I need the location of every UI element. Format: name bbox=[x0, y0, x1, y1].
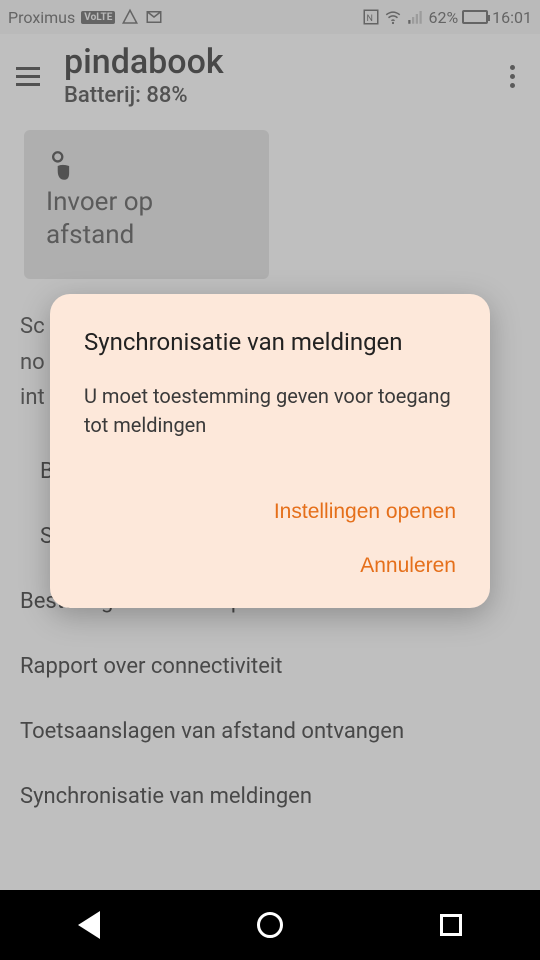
nav-home-button[interactable] bbox=[257, 912, 283, 938]
nav-back-button[interactable] bbox=[78, 911, 100, 939]
dialog-title: Synchronisatie van meldingen bbox=[84, 328, 456, 356]
back-icon bbox=[78, 911, 100, 939]
dialog-message: U moet toestemming geven voor toegang to… bbox=[84, 382, 456, 440]
recent-icon bbox=[440, 914, 462, 936]
home-icon bbox=[257, 912, 283, 938]
notification-sync-dialog: Synchronisatie van meldingen U moet toes… bbox=[50, 294, 490, 608]
cancel-button[interactable]: Annuleren bbox=[360, 554, 456, 578]
system-nav-bar bbox=[0, 890, 540, 960]
nav-recent-button[interactable] bbox=[440, 914, 462, 936]
dialog-actions: Instellingen openen Annuleren bbox=[84, 500, 456, 584]
open-settings-button[interactable]: Instellingen openen bbox=[274, 500, 456, 524]
